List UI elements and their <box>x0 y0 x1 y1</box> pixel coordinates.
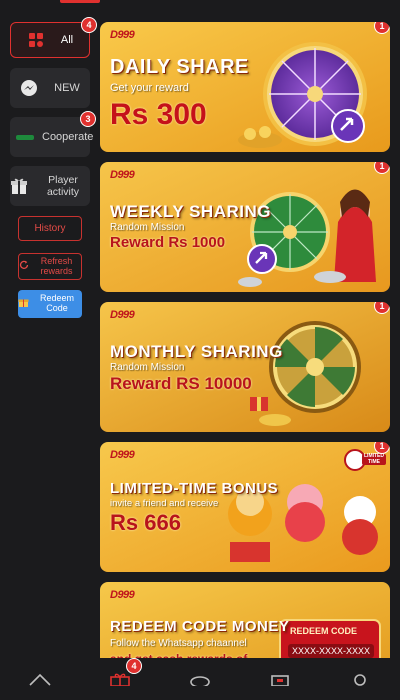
card-subtitle: invite a friend and receive <box>110 498 219 509</box>
activity-screen: All 4 NEW Cooperate 3 Player activity Hi… <box>0 0 400 700</box>
bottom-nav: 4 <box>0 658 400 700</box>
card-title: DAILY SHARE <box>110 56 249 78</box>
sidebar-tab-player-activity[interactable]: Player activity <box>10 166 90 206</box>
card-title: REDEEM CODE MONEY <box>110 618 290 635</box>
eye-icon <box>189 672 211 698</box>
sidebar-tab-player-activity-label: Player activity <box>46 173 80 198</box>
gift-icon <box>10 177 28 195</box>
nav-home[interactable] <box>20 658 60 698</box>
limited-time-stamp: LIMITED TIME <box>362 453 386 465</box>
card-title: MONTHLY SHARING <box>110 342 283 361</box>
sidebar-tab-new-label: NEW <box>54 81 80 94</box>
card-logo: D999 <box>110 169 135 181</box>
sidebar: All 4 NEW Cooperate 3 Player activity Hi… <box>0 0 100 660</box>
handshake-icon <box>16 128 34 146</box>
refresh-rewards-label: Refresh rewards <box>40 255 73 276</box>
card-weekly-sharing[interactable]: D999 WEEKLY SHARING Random Mission Rewar… <box>100 162 390 292</box>
card-daily-share[interactable]: D999 DAILY SHARE Get your reward Rs 300 … <box>100 22 390 152</box>
redeem-ticket-code: XXXX-XXXX-XXXX <box>288 644 375 658</box>
card-reward: Reward RS 10000 <box>110 374 252 393</box>
sidebar-tab-all-label: All <box>60 33 74 46</box>
card-logo: D999 <box>110 449 135 461</box>
redeem-gift-icon <box>18 297 29 311</box>
card-logo: D999 <box>110 309 135 321</box>
card-subtitle: Get your reward <box>110 82 189 94</box>
promotion-badge: 4 <box>126 658 142 674</box>
card-reward: Reward Rs 1000 <box>110 234 226 251</box>
card-limited-time-bonus[interactable]: D999 LIMITED-TIME BONUS invite a friend … <box>100 442 390 572</box>
card-title: WEEKLY SHARING <box>110 202 271 221</box>
nav-wallet[interactable] <box>260 658 300 698</box>
history-button-label: History <box>34 223 66 234</box>
sidebar-tab-cooperate-label: Cooperate <box>42 130 94 143</box>
nav-promotion[interactable]: 4 <box>100 658 142 698</box>
card-subtitle: Random Mission <box>110 222 185 233</box>
sidebar-tab-all[interactable]: All 4 <box>10 17 97 58</box>
card-title: LIMITED-TIME BONUS <box>110 480 279 497</box>
card-logo: D999 <box>110 29 135 41</box>
card-reward: Rs 666 <box>110 510 181 535</box>
account-icon <box>349 672 371 698</box>
sidebar-tab-new[interactable]: NEW <box>10 68 90 108</box>
card-subtitle: Random Mission <box>110 362 185 373</box>
messenger-icon <box>20 79 38 97</box>
card-reward: Rs 300 <box>110 98 207 131</box>
redeem-code-label: Redeem Code <box>39 293 75 313</box>
card-subtitle: Follow the Whatsapp chaannel <box>110 638 247 649</box>
promotion-gift-icon <box>109 672 131 698</box>
sidebar-tab-cooperate[interactable]: Cooperate 3 <box>10 111 96 157</box>
grid-icon <box>27 31 45 49</box>
redeem-ticket-title: REDEEM CODE <box>290 626 358 636</box>
wallet-icon <box>269 672 291 698</box>
redeem-code-button[interactable]: Redeem Code <box>18 290 82 318</box>
nav-activity[interactable] <box>180 658 220 698</box>
refresh-rewards-button[interactable]: Refresh rewards <box>18 253 82 280</box>
home-icon <box>28 672 52 698</box>
card-monthly-sharing[interactable]: D999 MONTHLY SHARING Random Mission Rewa… <box>100 302 390 432</box>
history-button[interactable]: History <box>18 216 82 241</box>
nav-account[interactable] <box>340 658 380 698</box>
refresh-icon <box>19 260 29 273</box>
sidebar-cooperate-badge: 3 <box>80 111 96 127</box>
sidebar-all-badge: 4 <box>81 17 97 33</box>
card-logo: D999 <box>110 589 135 601</box>
